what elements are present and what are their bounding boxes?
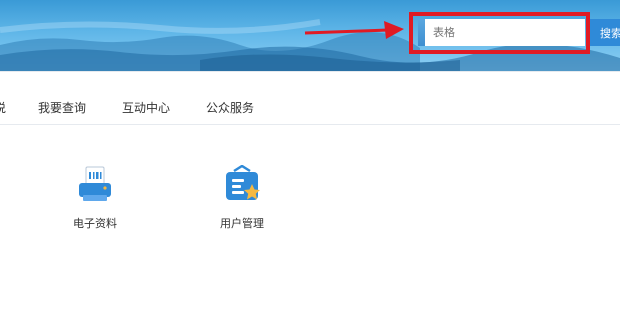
search-button[interactable]: 搜索: [590, 19, 620, 46]
nav-bar: 说 我要查询 互动中心 公众服务: [0, 71, 620, 125]
red-arrow-icon: [304, 21, 404, 39]
nav-item-public-service[interactable]: 公众服务: [206, 99, 254, 116]
search-box-accent: [418, 19, 425, 46]
nav-item-query[interactable]: 我要查询: [38, 99, 86, 116]
tile-user-management[interactable]: 用户管理: [207, 165, 277, 231]
user-card-star-icon: [226, 165, 260, 200]
tile-label: 用户管理: [220, 217, 264, 230]
printer-document-icon: [79, 166, 111, 201]
tile-electronic-documents[interactable]: 电子资料: [60, 165, 130, 231]
tile-label: 电子资料: [73, 217, 117, 230]
search-input[interactable]: [425, 19, 585, 46]
nav-item-partial[interactable]: 说: [0, 99, 6, 116]
nav-item-interaction-center[interactable]: 互动中心: [122, 99, 170, 116]
